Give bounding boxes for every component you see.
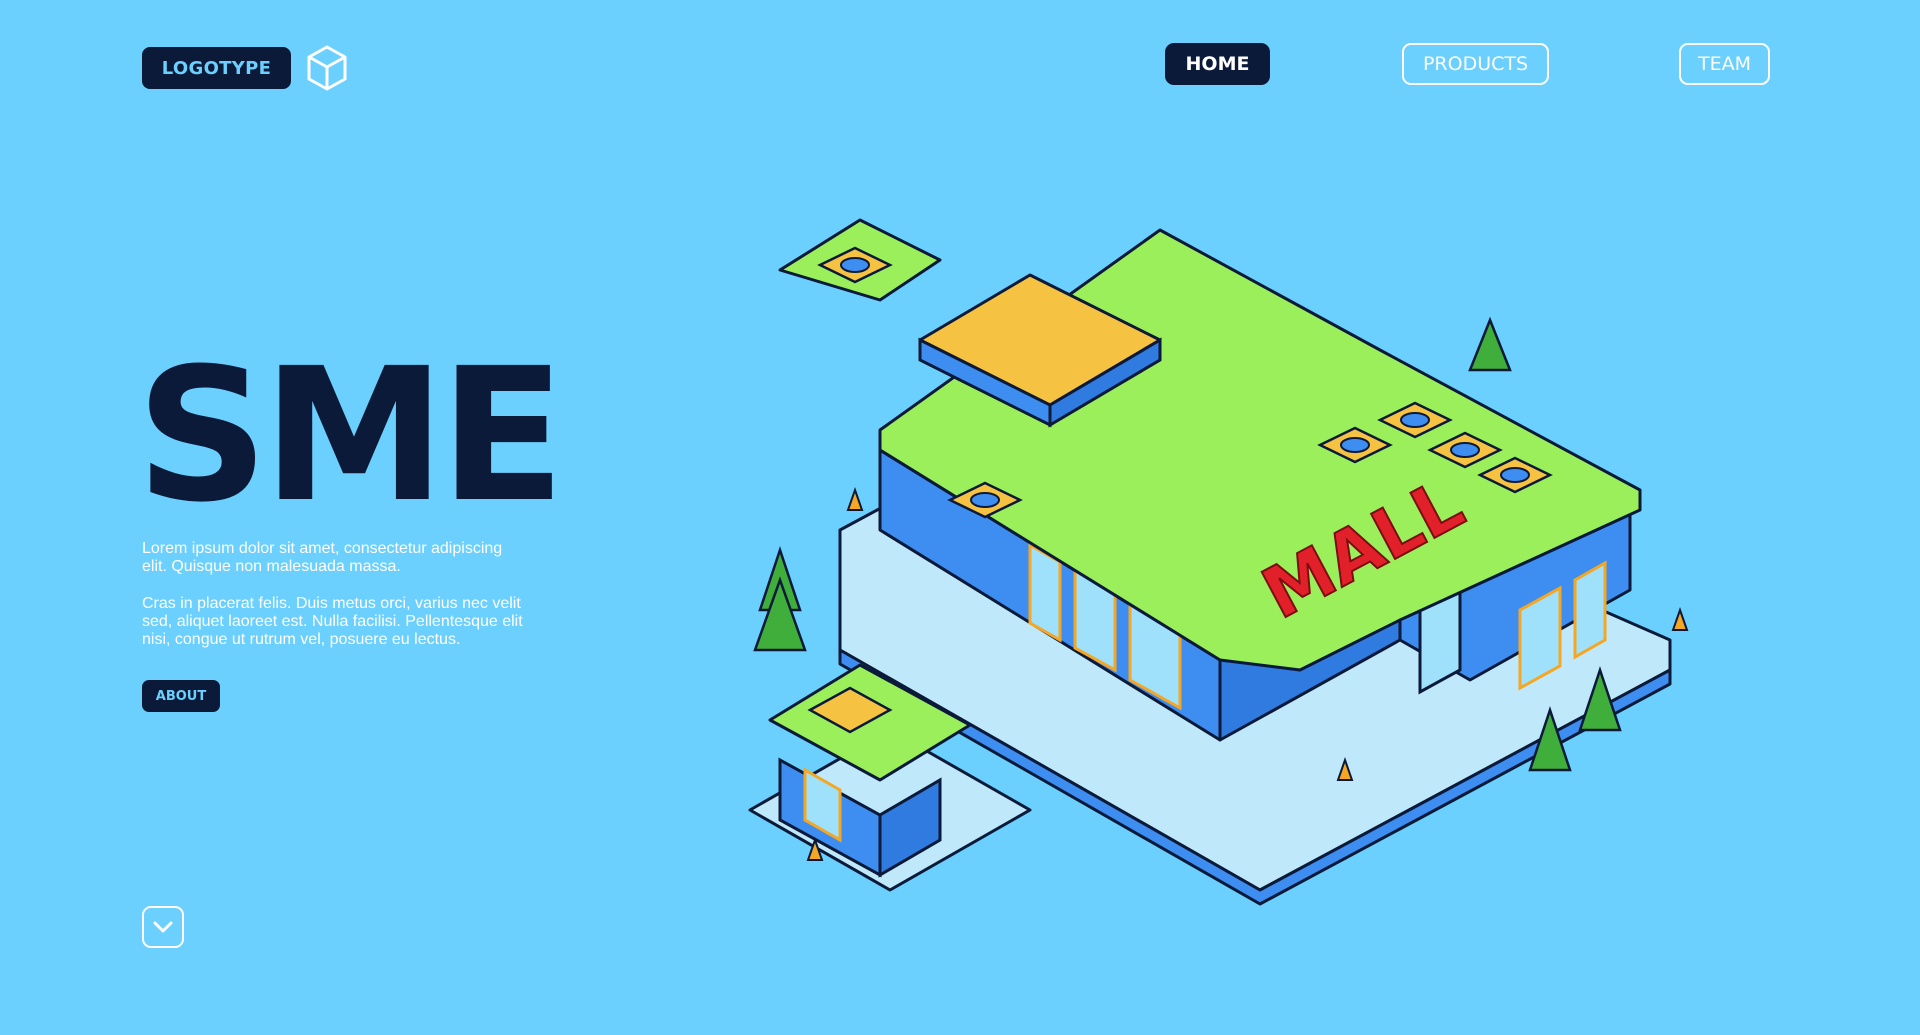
hero-paragraph-1: Lorem ipsum dolor sit amet, consectetur … xyxy=(142,540,503,575)
nav-team-button[interactable]: TEAM xyxy=(1679,43,1770,85)
nav-home-button[interactable]: HOME xyxy=(1165,43,1270,85)
mall-illustration: MALL xyxy=(748,218,1689,906)
scroll-down-button[interactable] xyxy=(142,906,184,948)
hero-title: SME xyxy=(136,329,565,543)
hero-paragraph-2: Cras in placerat felis. Duis metus orci,… xyxy=(142,595,523,648)
nav-products-button[interactable]: PRODUCTS xyxy=(1402,43,1549,85)
logo[interactable]: LOGOTYPE xyxy=(142,47,291,89)
chevron-down-icon xyxy=(153,921,173,933)
about-button[interactable]: ABOUT xyxy=(142,680,220,712)
cube-icon xyxy=(307,45,347,91)
